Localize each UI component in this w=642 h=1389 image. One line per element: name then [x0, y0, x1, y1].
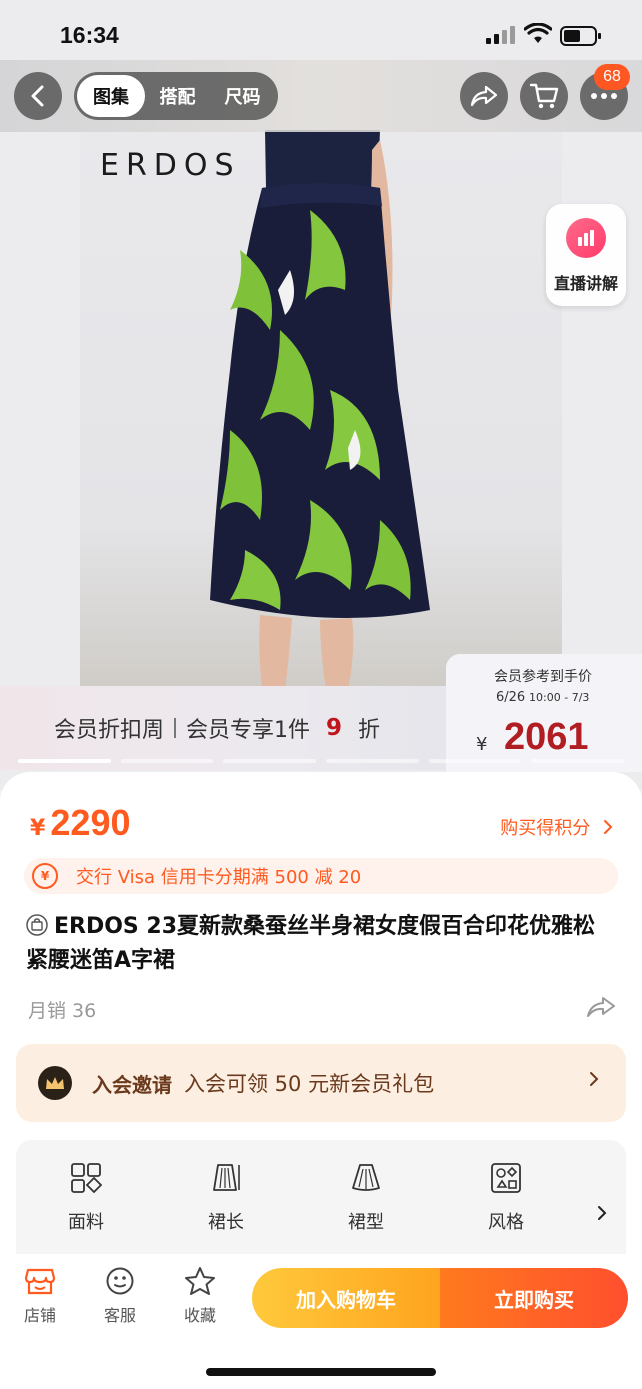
star-icon [185, 1267, 215, 1295]
gallery-progress-segment [223, 759, 317, 763]
chevron-right-icon [604, 820, 613, 834]
gallery-tabs: 图集 搭配 尺码 [74, 72, 278, 120]
shopping-bag-icon [26, 914, 48, 936]
member-price-value: 2061 [504, 716, 589, 758]
cart-badge: 68 [594, 64, 630, 90]
promo-discount: 9 [326, 715, 343, 741]
member-discount-promo[interactable]: 会员折扣周 会员专享1件 9 折 [54, 712, 380, 744]
gallery-progress-segment [18, 759, 111, 763]
live-explain-label: 直播讲解 [553, 274, 618, 293]
promo-label-a: 会员折扣周 [54, 718, 165, 743]
price-yen: ¥ [30, 816, 46, 841]
promo-discount-suffix: 折 [358, 718, 381, 743]
price-value: 2290 [50, 802, 131, 843]
customer-service-label: 客服 [103, 1306, 136, 1325]
gallery-progress [18, 759, 625, 763]
attr-style[interactable]: 风格 [446, 1162, 566, 1258]
member-invite-tag: 入会邀请 [92, 1072, 172, 1097]
share-icon[interactable] [586, 994, 616, 1020]
member-price-date-a: 6/26 [496, 690, 526, 705]
attr-label: 裙长 [208, 1212, 244, 1233]
favorite-label: 收藏 [183, 1306, 216, 1325]
attr-fabric[interactable]: 面料 [26, 1162, 146, 1258]
attr-label: 风格 [488, 1212, 524, 1233]
chevron-left-icon [31, 85, 44, 107]
gallery-progress-segment [428, 759, 522, 763]
member-invite-text: 入会可领 50 元新会员礼包 [184, 1072, 435, 1096]
favorite-button[interactable]: 收藏 [170, 1266, 230, 1326]
promo-divider [174, 718, 177, 738]
skirt-shape-icon [352, 1164, 380, 1191]
status-time: 16:34 [60, 22, 119, 48]
member-price-date-b: 10:00 - 7/3 [529, 691, 590, 704]
shop-label: 店铺 [23, 1306, 56, 1325]
product-price: ¥ 2290 [30, 802, 131, 844]
bottom-action-bar: 店铺 客服 收藏 加入购物车 立即购买 [0, 1254, 642, 1389]
skirt-illustration [210, 130, 430, 690]
style-icon [491, 1163, 521, 1193]
product-title: ERDOS 23夏新款桑蚕丝半身裙女度假百合印花优雅松紧腰迷笛A字裙 [26, 910, 616, 978]
crown-icon [38, 1066, 72, 1100]
points-label: 购买得积分 [500, 818, 591, 839]
signal-icon [486, 26, 515, 44]
battery-icon [560, 26, 601, 46]
promo-label-b: 会员专享1件 [186, 718, 311, 743]
attr-skirt-shape[interactable]: 裙型 [306, 1162, 426, 1258]
fabric-icon [71, 1163, 102, 1194]
attr-label: 裙型 [348, 1212, 384, 1233]
attr-skirt-length[interactable]: 裙长 [166, 1162, 286, 1258]
member-price-yen: ¥ [476, 734, 488, 755]
buy-now-button[interactable]: 立即购买 [440, 1268, 628, 1328]
customer-service-icon [106, 1267, 134, 1295]
brand-logo: ERDOS [100, 148, 241, 183]
tab-size[interactable]: 尺码 [210, 75, 275, 117]
shop-icon [24, 1268, 56, 1295]
chevron-right-icon [590, 1072, 599, 1086]
member-price-date: 6/26 10:00 - 7/3 [496, 690, 589, 705]
product-title-text: ERDOS 23夏新款桑蚕丝半身裙女度假百合印花优雅松紧腰迷笛A字裙 [26, 914, 596, 973]
gallery-progress-segment [120, 759, 214, 763]
home-indicator[interactable] [206, 1368, 436, 1376]
gallery-progress-segment [531, 759, 625, 763]
yen-coin-icon: ¥ [32, 863, 58, 889]
live-chart-icon [566, 218, 606, 258]
member-price-title: 会员参考到手价 [494, 669, 592, 685]
credit-card-promo[interactable]: ¥ 交行 Visa 信用卡分期满 500 减 20 [24, 858, 618, 894]
attr-label: 面料 [68, 1212, 104, 1233]
points-link[interactable]: 购买得积分 [500, 814, 614, 840]
tab-outfit[interactable]: 搭配 [145, 75, 210, 117]
wifi-icon [524, 23, 552, 43]
monthly-sales: 月销 36 [28, 1000, 97, 1022]
chevron-right-icon[interactable] [596, 1204, 608, 1222]
more-icon [591, 93, 617, 99]
gallery-progress-segment [326, 759, 419, 763]
cart-icon [529, 83, 559, 109]
tab-gallery[interactable]: 图集 [77, 75, 145, 117]
member-invite-bar[interactable]: 入会邀请 入会可领 50 元新会员礼包 [16, 1044, 626, 1122]
purchase-actions: 加入购物车 立即购买 [252, 1268, 628, 1328]
share-button[interactable] [460, 72, 508, 120]
live-explain-button[interactable]: 直播讲解 [546, 204, 626, 306]
cart-button[interactable] [520, 72, 568, 120]
customer-service-button[interactable]: 客服 [90, 1266, 150, 1326]
shop-button[interactable]: 店铺 [10, 1266, 70, 1326]
share-icon [470, 85, 498, 107]
member-price-card[interactable]: 会员参考到手价 6/26 10:00 - 7/3 ¥ 2061 [446, 654, 642, 772]
add-to-cart-button[interactable]: 加入购物车 [252, 1268, 440, 1328]
product-image[interactable] [80, 130, 562, 690]
credit-promo-text: 交行 Visa 信用卡分期满 500 减 20 [76, 867, 362, 888]
back-button[interactable] [14, 72, 62, 120]
skirt-length-icon [213, 1164, 240, 1191]
nav-bar: 图集 搭配 尺码 68 [0, 60, 642, 132]
